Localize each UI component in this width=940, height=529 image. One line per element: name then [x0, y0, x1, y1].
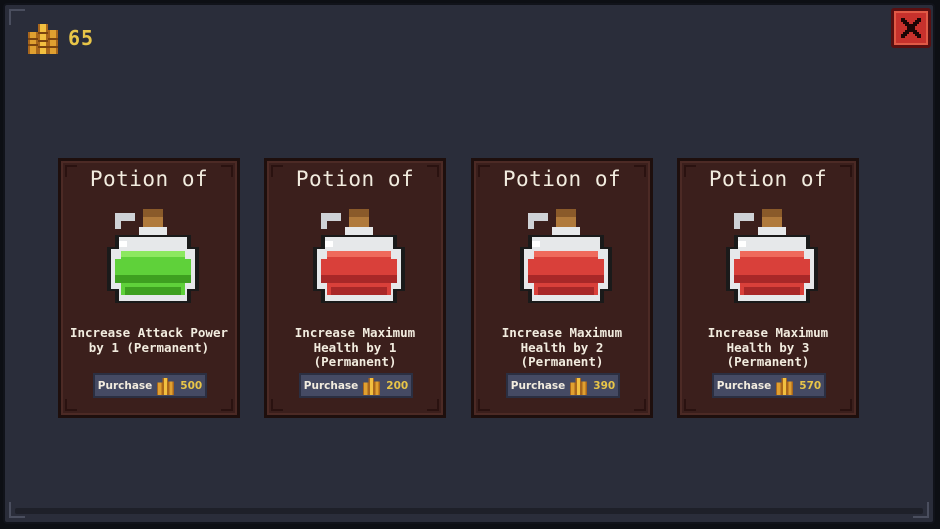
card-corner-ornament [840, 399, 852, 411]
red-potion-icon [726, 209, 818, 303]
coin-stack-icon [776, 377, 794, 395]
card-corner-ornament [427, 399, 439, 411]
shop-card-health-potion-3: Potion of Increase Maximum Health by 3 (… [677, 158, 859, 418]
shop-card-health-potion-2: Potion of Increase Maximum Health by 2 (… [471, 158, 653, 418]
card-description: Increase Maximum Health by 3 (Permanent) [707, 325, 829, 369]
green-potion-icon [107, 209, 199, 303]
card-corner-ornament [271, 399, 283, 411]
card-corner-ornament [634, 399, 646, 411]
card-description: Increase Attack Power by 1 (Permanent) [69, 325, 229, 355]
close-button[interactable] [891, 8, 931, 48]
card-corner-ornament [478, 399, 490, 411]
coin-stack-icon [570, 377, 588, 395]
gold-counter: 65 [26, 20, 94, 56]
coin-stack-icon [28, 24, 58, 54]
card-title: Potion of [708, 167, 828, 191]
coin-stack-icon [363, 377, 381, 395]
frame-corner-ornament [9, 9, 25, 25]
coin-stack-icon [157, 377, 175, 395]
card-corner-ornament [684, 399, 696, 411]
shop-card-health-potion-1: Potion of Increase Maximum Health by 1 (… [264, 158, 446, 418]
card-description: Increase Maximum Health by 2 (Permanent) [501, 325, 623, 369]
purchase-label: Purchase [97, 379, 153, 392]
purchase-label: Purchase [303, 379, 359, 392]
price: 500 [180, 379, 203, 392]
red-potion-icon [520, 209, 612, 303]
close-x-icon [901, 18, 921, 38]
gold-amount: 65 [68, 26, 95, 50]
price: 570 [799, 379, 822, 392]
card-corner-ornament [65, 399, 77, 411]
price: 390 [593, 379, 616, 392]
card-corner-ornament [221, 399, 233, 411]
frame-bottom-strip [15, 508, 923, 514]
purchase-button[interactable]: Purchase 570 [712, 373, 826, 398]
red-potion-icon [313, 209, 405, 303]
purchase-button[interactable]: Purchase 500 [93, 373, 207, 398]
purchase-button[interactable]: Purchase 390 [506, 373, 620, 398]
card-title: Potion of [502, 167, 622, 191]
purchase-button[interactable]: Purchase 200 [299, 373, 413, 398]
card-description: Increase Maximum Health by 1 (Permanent) [294, 325, 416, 369]
shop-card-attack-potion: Potion of Increase Attack Power by 1 (Pe… [58, 158, 240, 418]
price: 200 [386, 379, 409, 392]
card-title: Potion of [89, 167, 209, 191]
purchase-label: Purchase [510, 379, 566, 392]
card-title: Potion of [295, 167, 415, 191]
purchase-label: Purchase [716, 379, 772, 392]
